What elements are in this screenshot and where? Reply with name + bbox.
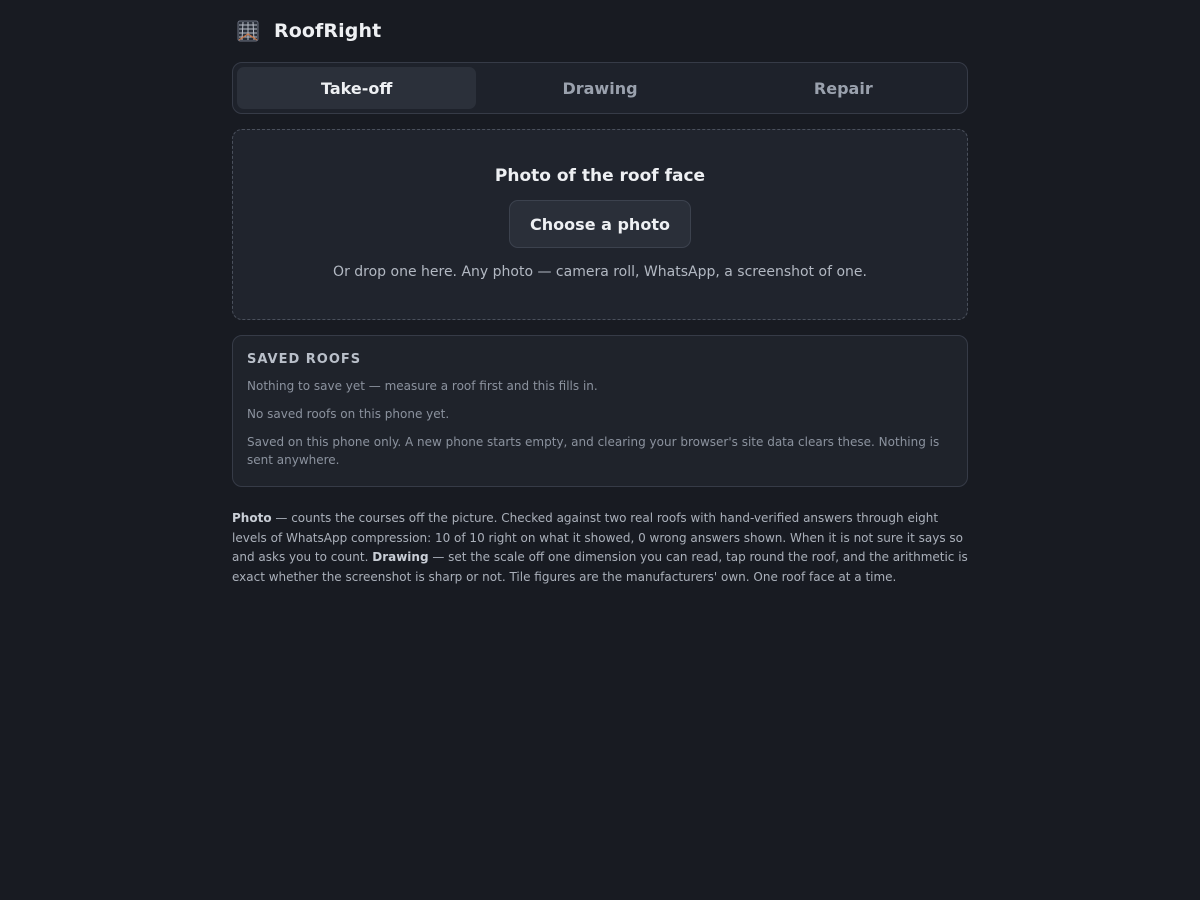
footnote-drawing-label: Drawing [372, 550, 429, 564]
saved-roofs-status: No saved roofs on this phone yet. [247, 407, 450, 421]
saved-roofs-title: SAVED ROOFS [247, 352, 362, 367]
saved-roofs-privacy-note: Saved on this phone only. A new phone st… [247, 435, 940, 467]
app-header: RoofRight [232, 0, 968, 62]
footnote-photo-label: Photo [232, 511, 272, 525]
mode-tabs: Take-off Drawing Repair [232, 62, 968, 114]
saved-roofs-panel: SAVED ROOFS Nothing to save yet — measur… [232, 335, 968, 487]
drop-zone-title: Photo of the roof face [494, 166, 706, 186]
tab-drawing[interactable]: Drawing [480, 67, 719, 109]
choose-photo-button[interactable]: Choose a photo [509, 200, 691, 248]
photo-drop-zone[interactable]: Photo of the roof face Choose a photo Or… [232, 129, 968, 320]
drop-zone-hint: Or drop one here. Any photo — camera rol… [333, 264, 867, 280]
app-title: RoofRight [274, 20, 382, 42]
app-container: RoofRight Take-off Drawing Repair Photo … [232, 0, 968, 587]
tab-take-off[interactable]: Take-off [237, 67, 477, 109]
tab-repair[interactable]: Repair [724, 67, 963, 109]
method-footnote: Photo — counts the courses off the pictu… [232, 509, 968, 587]
roof-tiles-icon [236, 19, 260, 43]
saved-roofs-empty-note: Nothing to save yet — measure a roof fir… [247, 379, 598, 393]
